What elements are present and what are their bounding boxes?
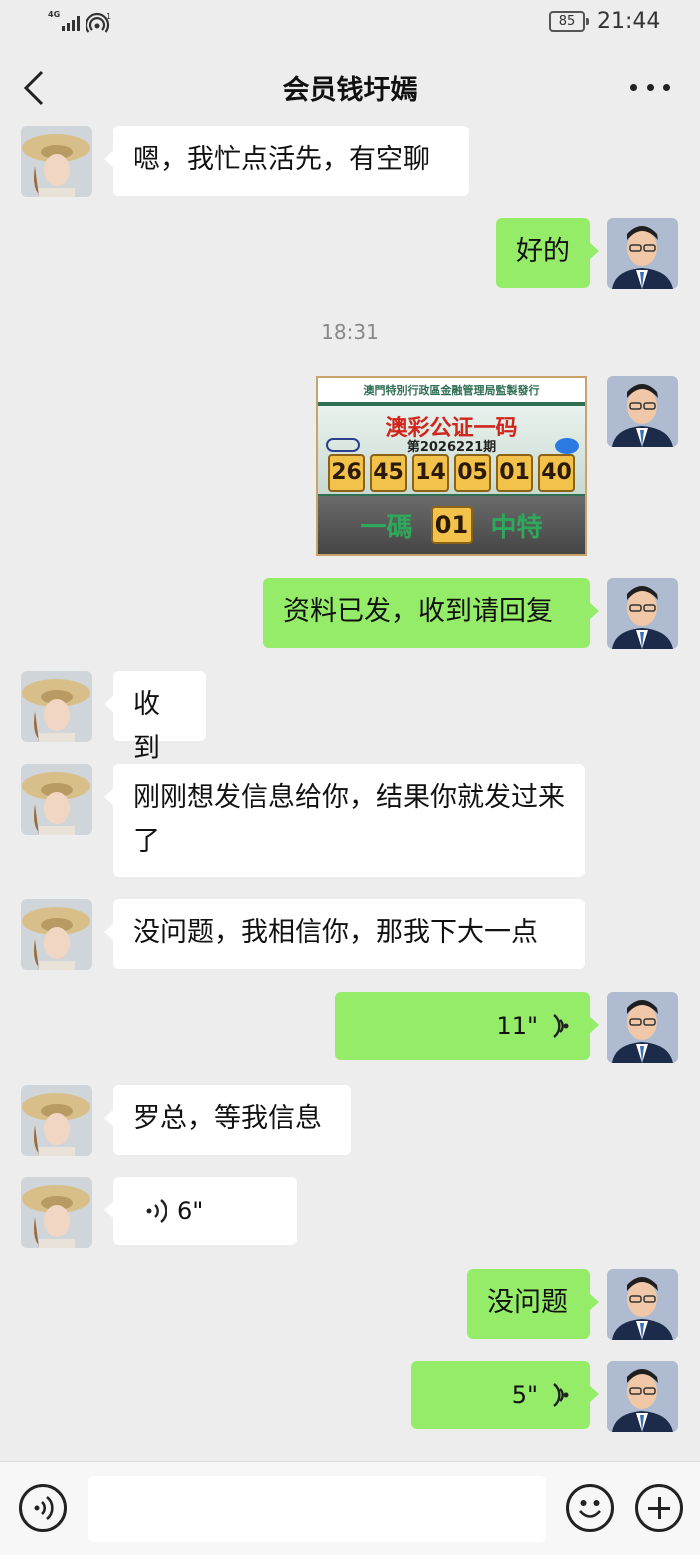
voice-mode-icon[interactable]	[19, 1484, 67, 1532]
self-avatar[interactable]	[607, 376, 678, 447]
image-number-row: 26 45 14 05 01 40	[328, 454, 575, 492]
contact-avatar[interactable]	[21, 899, 92, 970]
status-bar: 4G 1 85 21:44	[0, 0, 700, 46]
voice-message-outgoing[interactable]: 5"	[411, 1361, 599, 1429]
battery-level: 85	[549, 11, 589, 32]
self-avatar[interactable]	[607, 1269, 678, 1340]
voice-duration: 6"	[177, 1197, 204, 1225]
message-bubble-incoming[interactable]: 罗总，等我信息	[104, 1085, 351, 1155]
hotspot-icon: 1	[86, 12, 111, 33]
message-text: 好的	[516, 236, 570, 267]
voice-message-incoming[interactable]: 6"	[104, 1177, 297, 1245]
message-bubble-outgoing[interactable]: 好的	[496, 218, 599, 288]
contact-avatar[interactable]	[21, 126, 92, 197]
contact-avatar[interactable]	[21, 1085, 92, 1156]
message-bubble-incoming[interactable]: 嗯，我忙点活先，有空聊	[104, 126, 469, 196]
message-text: 没问题	[487, 1287, 568, 1318]
voice-wave-icon	[146, 1199, 167, 1223]
status-time: 21:44	[597, 9, 661, 34]
image-bottom-right: 中特	[490, 512, 543, 543]
image-bottom-panel: 一碼 01 中特	[318, 496, 585, 554]
self-avatar[interactable]	[607, 578, 678, 649]
image-bottom-left: 一碼	[360, 512, 413, 543]
message-bubble-outgoing[interactable]: 没问题	[467, 1269, 599, 1339]
message-text: 收到	[133, 689, 160, 764]
image-issue: 第2026221期	[406, 440, 497, 455]
image-main-panel: 澳彩公证一码 第2026221期 26 45 14 05 01 40	[318, 406, 585, 494]
message-text: 嗯，我忙点活先，有空聊	[133, 144, 430, 175]
contact-avatar[interactable]	[21, 764, 92, 835]
voice-message-outgoing[interactable]: 11"	[335, 992, 599, 1060]
plus-icon[interactable]	[635, 1484, 683, 1532]
voice-wave-icon	[553, 1014, 569, 1038]
voice-duration: 5"	[511, 1381, 538, 1409]
chat-title: 会员钱圩嫣	[282, 75, 418, 106]
signal-indicator: 4G 1	[46, 10, 118, 34]
lottery-number: 01	[496, 454, 533, 492]
message-text: 罗总，等我信息	[133, 1103, 322, 1134]
voice-wave-icon	[553, 1383, 569, 1407]
lottery-number: 05	[454, 454, 491, 492]
lottery-number: 26	[328, 454, 365, 492]
message-bubble-incoming[interactable]: 刚刚想发信息给你，结果你就发过来了	[104, 764, 585, 877]
battery-icon: 85	[549, 11, 589, 32]
contact-avatar[interactable]	[21, 1177, 92, 1248]
message-bubble-incoming[interactable]: 没问题，我相信你，那我下大一点	[104, 899, 585, 969]
message-bubble-incoming[interactable]: 收到	[104, 671, 206, 764]
message-text: 没问题，我相信你，那我下大一点	[133, 917, 538, 948]
lottery-image-message[interactable]: 澳門特別行政區金融管理局監製發行 澳彩公证一码 第2026221期 26 45 …	[316, 376, 587, 556]
contact-avatar[interactable]	[21, 671, 92, 742]
sim-index: 1	[106, 12, 111, 21]
message-bubble-outgoing[interactable]: 资料已发，收到请回复	[263, 578, 599, 648]
self-avatar[interactable]	[607, 992, 678, 1063]
message-input[interactable]	[88, 1476, 546, 1542]
self-avatar[interactable]	[607, 218, 678, 289]
voice-duration: 11"	[496, 1012, 538, 1040]
self-avatar[interactable]	[607, 1361, 678, 1432]
signal-bars-icon	[62, 15, 80, 31]
lottery-number: 40	[538, 454, 575, 492]
message-timestamp: 18:31	[321, 320, 379, 344]
emoji-icon[interactable]	[566, 1484, 614, 1532]
lottery-number: 14	[412, 454, 449, 492]
image-band-text: 澳門特別行政區金融管理局監製發行	[318, 378, 585, 404]
lottery-number: 45	[370, 454, 407, 492]
more-dots-icon[interactable]	[630, 72, 670, 102]
message-text: 刚刚想发信息给你，结果你就发过来了	[133, 782, 565, 857]
network-type: 4G	[48, 10, 61, 19]
message-text: 资料已发，收到请回复	[283, 596, 553, 627]
chat-input-bar	[0, 1461, 700, 1555]
image-code: 01	[430, 506, 473, 544]
chat-header: 会员钱圩嫣	[0, 46, 700, 130]
